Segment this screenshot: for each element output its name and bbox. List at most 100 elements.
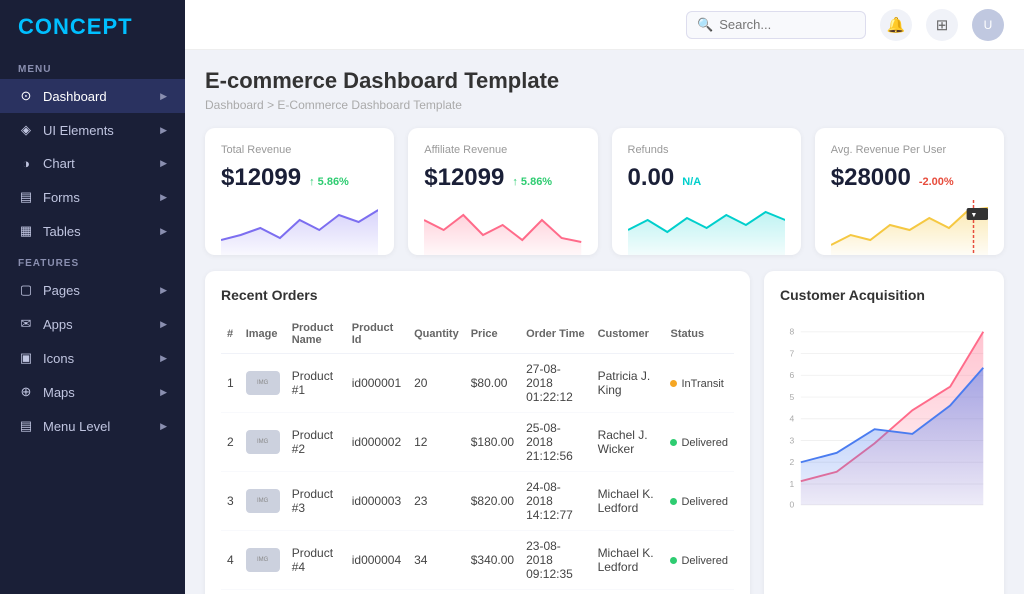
sidebar-item-label: UI Elements <box>43 123 114 138</box>
cell-image: IMG <box>240 413 286 472</box>
cell-qty: 12 <box>408 413 465 472</box>
status-dot <box>670 498 677 505</box>
breadcrumb-home[interactable]: Dashboard <box>205 98 264 112</box>
cell-id: id000004 <box>346 531 408 590</box>
stat-chart: ▼ <box>831 200 988 255</box>
svg-text:5: 5 <box>789 392 794 402</box>
menu-section-label: MENU <box>0 54 185 79</box>
svg-text:1: 1 <box>789 479 794 489</box>
chevron-right-icon: ▶ <box>160 285 167 296</box>
chevron-right-icon: ▶ <box>160 158 167 169</box>
apps-grid-button[interactable]: ⊞ <box>926 9 958 41</box>
chevron-right-icon: ▶ <box>160 192 167 203</box>
cell-image: IMG <box>240 472 286 531</box>
cell-qty: 20 <box>408 354 465 413</box>
acquisition-card: Customer Acquisition 8 7 6 5 4 3 2 1 0 <box>764 271 1004 594</box>
cell-price: $340.00 <box>465 531 520 590</box>
search-box[interactable]: 🔍 <box>686 11 866 39</box>
breadcrumb-separator: > <box>267 98 277 112</box>
cell-qty: 23 <box>408 472 465 531</box>
menu-level-icon: ▤ <box>18 418 34 434</box>
avatar-initials: U <box>984 18 993 32</box>
tables-icon: ▦ <box>18 223 34 239</box>
sidebar-item-icons[interactable]: ▣ Icons ▶ <box>0 341 185 375</box>
col-product-id: Product Id <box>346 315 408 354</box>
cell-num: 3 <box>221 472 240 531</box>
sidebar-item-label: Pages <box>43 283 80 298</box>
cell-num: 4 <box>221 531 240 590</box>
stat-change: ↑ 5.86% <box>309 176 349 188</box>
product-thumbnail: IMG <box>246 548 280 572</box>
table-row: 2 IMG Product #2 id000002 12 $180.00 25-… <box>221 413 734 472</box>
chevron-right-icon: ▶ <box>160 387 167 398</box>
svg-text:4: 4 <box>789 414 794 424</box>
features-section-label: FEATURES <box>0 248 185 273</box>
stat-label: Avg. Revenue Per User <box>831 144 988 156</box>
cell-num: 1 <box>221 354 240 413</box>
cell-price: $820.00 <box>465 472 520 531</box>
sidebar-item-label: Maps <box>43 385 75 400</box>
sidebar-item-pages[interactable]: ▢ Pages ▶ <box>0 273 185 307</box>
acquisition-chart: 8 7 6 5 4 3 2 1 0 <box>780 315 988 515</box>
search-input[interactable] <box>719 17 859 32</box>
page-title: E-commerce Dashboard Template <box>205 68 1004 94</box>
table-row: 1 IMG Product #1 id000001 20 $80.00 27-0… <box>221 354 734 413</box>
chevron-right-icon: ▶ <box>160 421 167 432</box>
bottom-section: Recent Orders # Image Product Name Produ… <box>205 271 1004 594</box>
sidebar-item-dashboard[interactable]: ⊙ Dashboard ▶ <box>0 79 185 113</box>
icons-icon: ▣ <box>18 350 34 366</box>
orders-card: Recent Orders # Image Product Name Produ… <box>205 271 750 594</box>
sidebar-item-ui-elements[interactable]: ◈ UI Elements ▶ <box>0 113 185 147</box>
svg-text:6: 6 <box>789 370 794 380</box>
stat-label: Total Revenue <box>221 144 378 156</box>
maps-icon: ⊕ <box>18 384 34 400</box>
orders-title: Recent Orders <box>221 287 734 303</box>
sidebar-item-chart[interactable]: ◑ Chart ▶ <box>0 147 185 180</box>
svg-text:0: 0 <box>789 500 794 510</box>
cell-id: id000003 <box>346 472 408 531</box>
sidebar-item-tables[interactable]: ▦ Tables ▶ <box>0 214 185 248</box>
stat-cards: Total Revenue $12099 ↑ 5.86% <box>205 128 1004 255</box>
sidebar-item-apps[interactable]: ✉ Apps ▶ <box>0 307 185 341</box>
acquisition-title: Customer Acquisition <box>780 287 988 303</box>
cell-time: 23-08-2018 09:12:35 <box>520 531 591 590</box>
cell-id: id000001 <box>346 354 408 413</box>
content-area: E-commerce Dashboard Template Dashboard … <box>185 50 1024 594</box>
stat-label: Affiliate Revenue <box>424 144 581 156</box>
sidebar-item-maps[interactable]: ⊕ Maps ▶ <box>0 375 185 409</box>
stat-label: Refunds <box>628 144 785 156</box>
pages-icon: ▢ <box>18 282 34 298</box>
chevron-right-icon: ▶ <box>160 125 167 136</box>
stat-card-total-revenue: Total Revenue $12099 ↑ 5.86% <box>205 128 394 255</box>
stat-change: -2.00% <box>919 176 954 188</box>
sidebar-item-menu-level[interactable]: ▤ Menu Level ▶ <box>0 409 185 443</box>
product-thumbnail: IMG <box>246 430 280 454</box>
sidebar-item-label: Dashboard <box>43 89 107 104</box>
cell-status: Delivered <box>664 413 734 472</box>
cell-customer: Patricia J. King <box>592 354 665 413</box>
status-dot <box>670 380 677 387</box>
sidebar: CONCEPT MENU ⊙ Dashboard ▶ ◈ UI Elements… <box>0 0 185 594</box>
stat-value: $12099 <box>221 164 301 192</box>
sidebar-item-forms[interactable]: ▤ Forms ▶ <box>0 180 185 214</box>
stat-card-affiliate-revenue: Affiliate Revenue $12099 ↑ 5.86% <box>408 128 597 255</box>
table-row: 4 IMG Product #4 id000004 34 $340.00 23-… <box>221 531 734 590</box>
status-badge: Delivered <box>670 437 727 449</box>
stat-value: $28000 <box>831 164 911 192</box>
svg-text:7: 7 <box>789 348 794 358</box>
topbar: 🔍 🔔 ⊞ U <box>185 0 1024 50</box>
col-price: Price <box>465 315 520 354</box>
stat-chart <box>424 200 581 255</box>
table-row: 3 IMG Product #3 id000003 23 $820.00 24-… <box>221 472 734 531</box>
product-thumbnail: IMG <box>246 489 280 513</box>
sidebar-item-label: Forms <box>43 190 80 205</box>
notifications-button[interactable]: 🔔 <box>880 9 912 41</box>
user-avatar[interactable]: U <box>972 9 1004 41</box>
stat-card-refunds: Refunds 0.00 N/A <box>612 128 801 255</box>
cell-customer: Rachel J. Wicker <box>592 413 665 472</box>
col-order-time: Order Time <box>520 315 591 354</box>
stat-value: $12099 <box>424 164 504 192</box>
col-status: Status <box>664 315 734 354</box>
chevron-right-icon: ▶ <box>160 91 167 102</box>
col-image: Image <box>240 315 286 354</box>
